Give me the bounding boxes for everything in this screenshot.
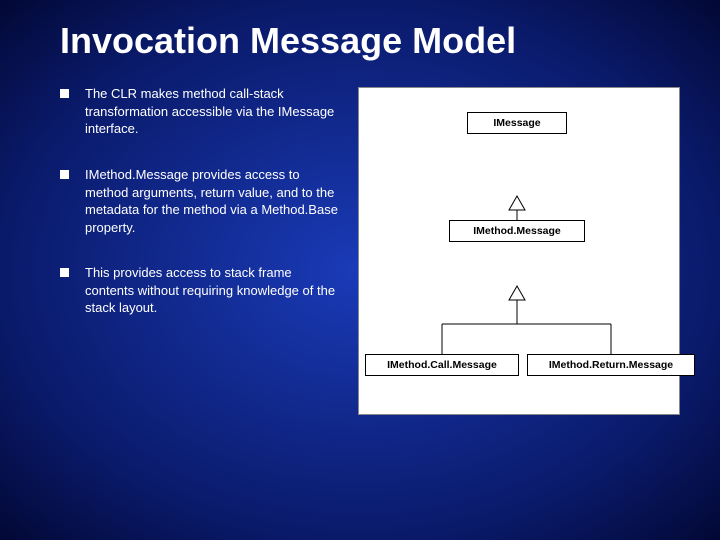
list-item: This provides access to stack frame cont… [60, 264, 340, 317]
diagram-box-call-message: IMethod.Call.Message [365, 354, 519, 376]
diagram-box-imethodmessage: IMethod.Message [449, 220, 585, 242]
list-item: The CLR makes method call-stack transfor… [60, 85, 340, 138]
inheritance-arrow-icon [507, 138, 527, 220]
uml-diagram: IMessage IMethod.Message IMethod.Call.Me… [358, 87, 680, 415]
slide-content: The CLR makes method call-stack transfor… [60, 85, 680, 415]
bullet-text: The CLR makes method call-stack transfor… [85, 85, 340, 138]
bullet-text: This provides access to stack frame cont… [85, 264, 340, 317]
list-item: IMethod.Message provides access to metho… [60, 166, 340, 236]
diagram-box-return-message: IMethod.Return.Message [527, 354, 695, 376]
diagram-box-imessage: IMessage [467, 112, 567, 134]
slide-title: Invocation Message Model [60, 20, 680, 61]
bullet-list: The CLR makes method call-stack transfor… [60, 85, 340, 415]
inheritance-arrow-icon [359, 246, 699, 354]
bullet-text: IMethod.Message provides access to metho… [85, 166, 340, 236]
bullet-icon [60, 89, 69, 98]
bullet-icon [60, 170, 69, 179]
bullet-icon [60, 268, 69, 277]
slide: Invocation Message Model The CLR makes m… [0, 0, 720, 540]
